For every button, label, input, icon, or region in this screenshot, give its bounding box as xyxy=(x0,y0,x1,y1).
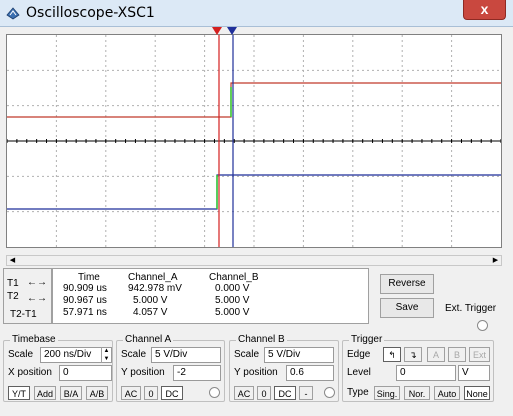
scroll-left-arrow-icon[interactable]: ◀ xyxy=(7,256,18,265)
row3-channel-b: 5.000 V xyxy=(215,307,250,318)
ext-trigger-label: Ext. Trigger xyxy=(445,303,497,314)
row1-channel-a: 942.978 mV xyxy=(128,283,182,294)
timebase-group: Timebase Scale 200 ns/Div ▲ ▼ X position … xyxy=(3,334,113,402)
trigger-group: Trigger Edge ↰ ↴ A B Ext Level 0 V Type … xyxy=(342,334,494,402)
title-bar: Oscilloscope-XSC1 x xyxy=(0,0,513,27)
trigger-auto-button[interactable]: Auto xyxy=(434,386,460,400)
trigger-level-label: Level xyxy=(347,367,371,378)
channel-a-scale-input[interactable]: 5 V/Div xyxy=(151,347,221,363)
trigger-none-button[interactable]: None xyxy=(464,386,490,400)
row1-time: 90.909 us xyxy=(63,283,107,294)
cursor-handles xyxy=(212,27,237,35)
t1-move-arrows-icon[interactable]: ←→ xyxy=(26,277,48,289)
measurement-readout: Time Channel_A Channel_B 90.909 us 942.9… xyxy=(52,268,369,324)
trigger-single-button[interactable]: Sing. xyxy=(374,386,400,400)
channel-b-group: Channel B Scale 5 V/Div Y position 0.6 A… xyxy=(229,334,339,402)
channel-b-scale-label: Scale xyxy=(234,349,260,360)
falling-edge-icon[interactable]: ↴ xyxy=(404,347,422,362)
t2-label: T2 xyxy=(7,291,19,302)
timebase-title: Timebase xyxy=(10,334,58,345)
row3-channel-a: 4.057 V xyxy=(133,307,168,318)
channel-b-ypos-label: Y position xyxy=(234,367,278,378)
channel-b-dc-button[interactable]: DC xyxy=(274,386,296,400)
timebase-spinner-icon[interactable]: ▲ ▼ xyxy=(101,347,111,363)
trigger-level-input[interactable]: 0 xyxy=(396,365,456,381)
cursor-controls: T1 ←→ T2 ←→ T2-T1 xyxy=(3,268,52,324)
channel-a-dc-button[interactable]: DC xyxy=(161,386,183,400)
row2-channel-a: 5.000 V xyxy=(133,295,168,306)
channel-b-zero-button[interactable]: 0 xyxy=(257,386,271,400)
trigger-type-label: Type xyxy=(347,387,369,398)
channel-a-title: Channel A xyxy=(123,334,174,345)
channel-b-title: Channel B xyxy=(236,334,287,345)
channel-a-scale-label: Scale xyxy=(121,349,147,360)
channel-a-zero-button[interactable]: 0 xyxy=(144,386,158,400)
channel-b-minus-button[interactable]: - xyxy=(299,386,313,400)
mode-yt-button[interactable]: Y/T xyxy=(8,386,30,400)
trigger-source-a-button[interactable]: A xyxy=(427,347,445,362)
row1-channel-b: 0.000 V xyxy=(215,283,250,294)
rising-edge-icon[interactable]: ↰ xyxy=(383,347,401,362)
mode-add-button[interactable]: Add xyxy=(34,386,56,400)
trigger-normal-button[interactable]: Nor. xyxy=(404,386,430,400)
channel-b-ac-button[interactable]: AC xyxy=(234,386,254,400)
mode-ba-button[interactable]: B/A xyxy=(60,386,82,400)
row3-time: 57.971 ns xyxy=(63,307,107,318)
channel-b-ypos-input[interactable]: 0.6 xyxy=(286,365,334,381)
timebase-scale-label: Scale xyxy=(8,349,34,360)
reverse-button[interactable]: Reverse xyxy=(380,274,434,294)
channel-a-ypos-label: Y position xyxy=(121,367,165,378)
channel-b-terminal[interactable] xyxy=(324,387,335,398)
channel-a-ac-button[interactable]: AC xyxy=(121,386,141,400)
scroll-right-arrow-icon[interactable]: ▶ xyxy=(490,256,501,265)
ext-trigger-terminal[interactable] xyxy=(477,320,488,331)
oscilloscope-app-icon xyxy=(6,7,20,20)
timebase-xpos-input[interactable]: 0 xyxy=(59,365,112,381)
row2-channel-b: 5.000 V xyxy=(215,295,250,306)
horizontal-scrollbar[interactable]: ◀ ▶ xyxy=(6,255,502,266)
channel-a-ypos-input[interactable]: -2 xyxy=(173,365,221,381)
oscilloscope-display xyxy=(6,34,502,248)
row2-time: 90.967 us xyxy=(63,295,107,306)
t1-label: T1 xyxy=(7,278,19,289)
header-channel-b: Channel_B xyxy=(209,272,259,283)
scope-screen xyxy=(7,35,501,247)
window-title: Oscilloscope-XSC1 xyxy=(26,5,155,21)
cursor-1-handle-icon[interactable] xyxy=(212,27,222,35)
header-channel-a: Channel_A xyxy=(128,272,178,283)
channel-b-scale-input[interactable]: 5 V/Div xyxy=(264,347,334,363)
close-button[interactable]: x xyxy=(463,0,506,20)
trigger-source-b-button[interactable]: B xyxy=(448,347,466,362)
scope-center-axes xyxy=(7,139,501,143)
save-button[interactable]: Save xyxy=(380,298,434,318)
channel-a-group: Channel A Scale 5 V/Div Y position -2 AC… xyxy=(116,334,225,402)
channel-a-terminal[interactable] xyxy=(209,387,220,398)
t2-t1-label: T2-T1 xyxy=(10,309,37,320)
trigger-edge-label: Edge xyxy=(347,349,371,360)
mode-ab-button[interactable]: A/B xyxy=(86,386,108,400)
trigger-source-ext-button[interactable]: Ext xyxy=(469,347,490,362)
trigger-level-unit[interactable]: V xyxy=(458,365,490,381)
trigger-title: Trigger xyxy=(349,334,385,345)
cursor-2-handle-icon[interactable] xyxy=(227,27,237,35)
header-time: Time xyxy=(78,272,100,283)
timebase-xpos-label: X position xyxy=(8,367,52,378)
t2-move-arrows-icon[interactable]: ←→ xyxy=(26,293,48,305)
